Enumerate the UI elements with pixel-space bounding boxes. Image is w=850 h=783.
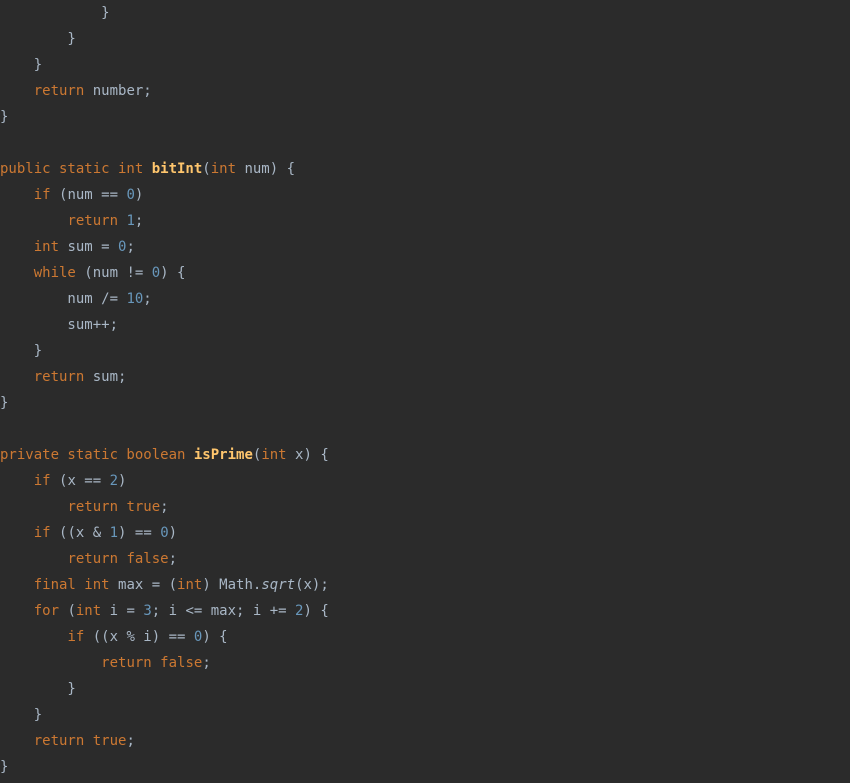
code-token: for <box>34 603 68 619</box>
code-token: ) <box>135 187 143 203</box>
code-token: if <box>34 525 59 541</box>
code-token: (num == <box>59 187 126 203</box>
code-token: ) { <box>160 265 185 281</box>
code-token: } <box>0 707 42 723</box>
code-token: ) == <box>118 525 160 541</box>
code-token: } <box>0 31 76 47</box>
code-token: return true <box>67 499 160 515</box>
code-token: x) { <box>295 447 329 463</box>
code-token: bitInt <box>152 161 203 177</box>
code-token: num /= <box>0 291 126 307</box>
code-token: ((x % i) == <box>93 629 194 645</box>
code-token <box>0 499 67 515</box>
code-token: int <box>177 577 202 593</box>
code-token <box>0 655 101 671</box>
code-token: ; <box>126 239 134 255</box>
code-token <box>0 473 34 489</box>
code-token: 2 <box>110 473 118 489</box>
code-token: public static int <box>0 161 152 177</box>
code-token <box>0 213 67 229</box>
code-token: ; <box>126 733 134 749</box>
code-token: ) Math. <box>202 577 261 593</box>
code-token: num) { <box>244 161 295 177</box>
code-token: } <box>0 343 42 359</box>
code-token <box>0 577 34 593</box>
code-token: int <box>261 447 295 463</box>
code-token <box>0 733 34 749</box>
code-token <box>0 239 34 255</box>
code-token: 1 <box>110 525 118 541</box>
code-token: } <box>0 109 8 125</box>
code-token <box>0 187 34 203</box>
code-token: return true <box>34 733 127 749</box>
code-token: sum = <box>67 239 118 255</box>
code-token: return <box>34 83 93 99</box>
code-token: (x == <box>59 473 110 489</box>
code-token: int <box>34 239 68 255</box>
code-token: 0 <box>126 187 134 203</box>
code-token: if <box>34 473 59 489</box>
code-token: max = ( <box>118 577 177 593</box>
code-token: sum; <box>93 369 127 385</box>
code-token: 0 <box>152 265 160 281</box>
code-token: number; <box>93 83 152 99</box>
code-token: ( <box>67 603 75 619</box>
code-token: while <box>34 265 85 281</box>
code-token: } <box>0 759 8 775</box>
code-token: 1 <box>126 213 134 229</box>
code-token <box>0 265 34 281</box>
code-token <box>0 369 34 385</box>
code-token: ; <box>202 655 210 671</box>
code-token: 10 <box>126 291 143 307</box>
code-token: isPrime <box>194 447 253 463</box>
code-token: return <box>67 213 126 229</box>
code-token <box>0 629 67 645</box>
code-token: (x); <box>295 577 329 593</box>
code-token: if <box>67 629 92 645</box>
code-token: ; <box>135 213 143 229</box>
code-token: ) { <box>303 603 328 619</box>
code-token: ) <box>169 525 177 541</box>
code-token <box>0 525 34 541</box>
code-token <box>0 603 34 619</box>
code-token: ((x & <box>59 525 110 541</box>
code-token: ; <box>143 291 151 307</box>
code-token: sum++; <box>0 317 118 333</box>
code-editor-content[interactable]: } } } return number; } public static int… <box>0 0 850 780</box>
code-token: ) <box>118 473 126 489</box>
code-token: ) { <box>202 629 227 645</box>
code-token: if <box>34 187 59 203</box>
code-token: } <box>0 5 110 21</box>
code-token: ( <box>202 161 210 177</box>
code-token: private static boolean <box>0 447 194 463</box>
code-token: ; i <= max; i += <box>152 603 295 619</box>
code-token: } <box>0 681 76 697</box>
code-token: int <box>76 603 110 619</box>
code-token: final int <box>34 577 118 593</box>
code-token: return <box>34 369 93 385</box>
code-token: ; <box>169 551 177 567</box>
code-token: int <box>211 161 245 177</box>
code-token: } <box>0 395 8 411</box>
code-token: i = <box>110 603 144 619</box>
code-token: ; <box>160 499 168 515</box>
code-token: 3 <box>143 603 151 619</box>
code-token: sqrt <box>261 577 295 593</box>
code-token: return false <box>101 655 202 671</box>
code-token: } <box>0 57 42 73</box>
code-token <box>0 551 67 567</box>
code-token: return false <box>67 551 168 567</box>
code-token: 0 <box>160 525 168 541</box>
code-token <box>0 83 34 99</box>
code-token: (num != <box>84 265 151 281</box>
